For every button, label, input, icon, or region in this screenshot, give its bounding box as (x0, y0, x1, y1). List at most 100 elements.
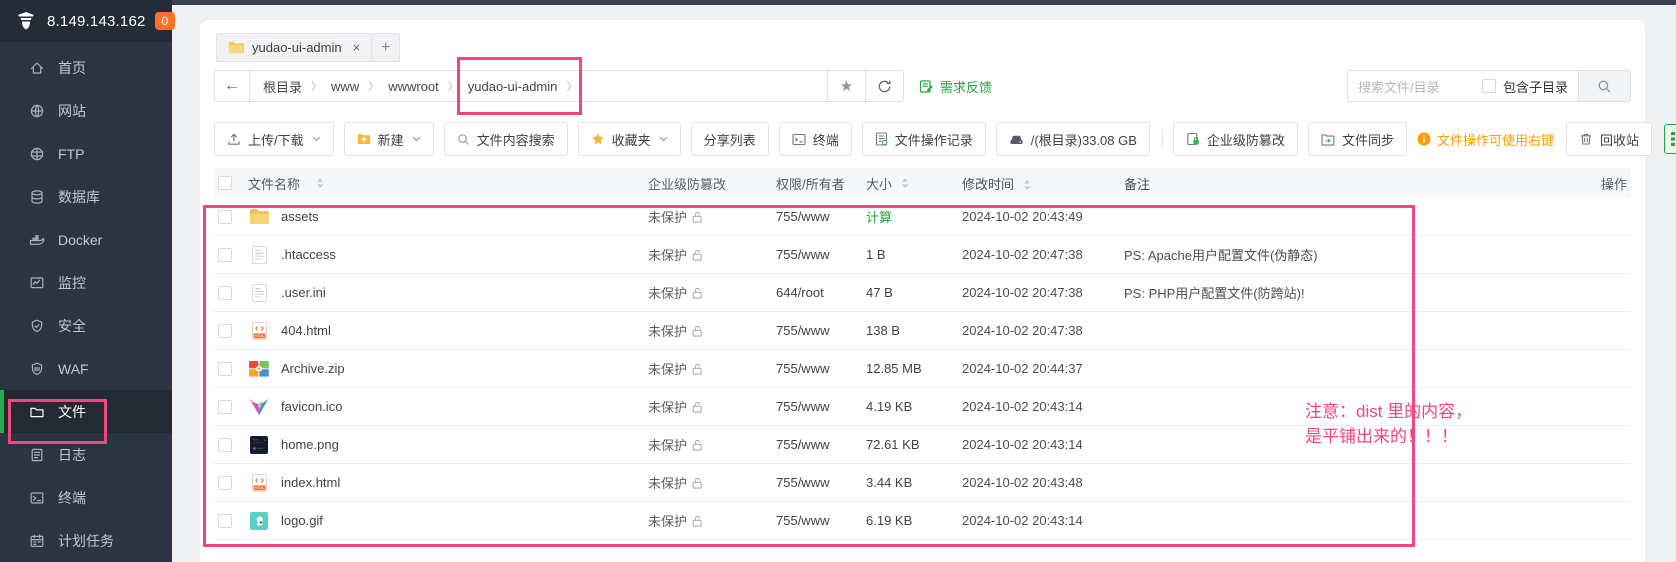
row-checkbox[interactable] (218, 248, 232, 262)
toolbar-button-文件同步[interactable]: 文件同步 (1308, 122, 1407, 156)
row-checkbox[interactable] (218, 476, 232, 490)
sidebar-item-首页[interactable]: 首页 (0, 46, 172, 89)
feedback-link[interactable]: 需求反馈 (919, 77, 992, 96)
sidebar-item-日志[interactable]: 日志 (0, 433, 172, 476)
table-row[interactable]: favicon.ico未保护755/www4.19 KB2024-10-02 2… (214, 388, 1631, 426)
back-button[interactable]: ← (214, 70, 250, 102)
file-name[interactable]: home.png (281, 437, 339, 452)
server-header[interactable]: 8.149.143.162 0 (0, 0, 172, 42)
sidebar-item-FTP[interactable]: FTP (0, 132, 172, 175)
breadcrumb-item-www[interactable]: www (331, 79, 359, 94)
waf-icon (29, 361, 45, 377)
toolbar-button-文件内容搜索[interactable]: 文件内容搜索 (444, 122, 568, 156)
sidebar-item-网站[interactable]: 网站 (0, 89, 172, 132)
toolbar-button-label: 终端 (813, 130, 839, 149)
recycle-bin-button[interactable]: 回收站 (1566, 122, 1652, 156)
row-checkbox[interactable] (218, 324, 232, 338)
row-checkbox[interactable] (218, 438, 232, 452)
sidebar-item-Docker[interactable]: Docker (0, 218, 172, 261)
breadcrumb-item-wwwroot[interactable]: wwwroot (388, 79, 439, 94)
table-row[interactable]: logo.gif未保护755/www6.19 KB2024-10-02 20:4… (214, 502, 1631, 540)
row-checkbox[interactable] (218, 210, 232, 224)
breadcrumb-separator: 〉 (311, 78, 322, 94)
refresh-button[interactable] (866, 70, 904, 102)
modified-time: 2024-10-02 20:47:38 (962, 247, 1124, 262)
tab-label: yudao-ui-admin (252, 40, 342, 55)
toolbar-button-上传/下载[interactable]: 上传/下载 (214, 122, 334, 156)
toolbar-button-终端[interactable]: 终端 (779, 122, 852, 156)
row-checkbox[interactable] (218, 400, 232, 414)
toolbar-button-企业级防篡改[interactable]: 企业级防篡改 (1173, 122, 1298, 156)
toolbar-button-label: 文件内容搜索 (477, 130, 555, 149)
search-button[interactable] (1579, 70, 1631, 102)
sidebar-item-安全[interactable]: 安全 (0, 304, 172, 347)
toolbar-button-label: 企业级防篡改 (1207, 130, 1285, 149)
table-row[interactable]: .htaccess未保护755/www1 B2024-10-02 20:47:3… (214, 236, 1631, 274)
file-name[interactable]: .user.ini (281, 285, 326, 300)
table-row[interactable]: home.png未保护755/www72.61 KB2024-10-02 20:… (214, 426, 1631, 464)
table-row[interactable]: .user.ini未保护644/root47 B2024-10-02 20:47… (214, 274, 1631, 312)
sidebar-item-数据库[interactable]: 数据库 (0, 175, 172, 218)
toolbar-button-文件操作记录[interactable]: 文件操作记录 (862, 122, 986, 156)
include-subdir-checkbox[interactable] (1482, 79, 1496, 93)
sidebar-item-终端[interactable]: 终端 (0, 476, 172, 519)
table-row[interactable]: HTMLindex.html未保护755/www3.44 KB2024-10-0… (214, 464, 1631, 502)
header-mtime[interactable]: 修改时间 (962, 177, 1014, 192)
toolbar-button-收藏夹[interactable]: 收藏夹 (578, 122, 681, 156)
row-checkbox[interactable] (218, 514, 232, 528)
security-icon (29, 318, 45, 334)
breadcrumb-item-根目录[interactable]: 根目录 (263, 77, 302, 96)
toolbar-button-新建[interactable]: 新建 (344, 122, 434, 156)
sidebar-item-监控[interactable]: 监控 (0, 261, 172, 304)
tab-close-icon[interactable]: × (353, 40, 361, 55)
new-tab-button[interactable]: + (372, 33, 400, 62)
table-row[interactable]: Archive.zip未保护755/www12.85 MB2024-10-02 … (214, 350, 1631, 388)
cron-icon (29, 533, 45, 549)
breadcrumb-separator: 〉 (368, 78, 379, 94)
files-icon (29, 404, 45, 420)
header-file-name[interactable]: 文件名称 (248, 174, 300, 193)
breadcrumb-item-yudao-ui-admin[interactable]: yudao-ui-admin (468, 79, 558, 94)
file-name[interactable]: Archive.zip (281, 361, 345, 376)
tamper-status: 未保护 (648, 245, 687, 264)
modified-time: 2024-10-02 20:43:49 (962, 209, 1124, 224)
search-placeholder: 搜索文件/目录 (1358, 77, 1475, 96)
sort-mtime-icon[interactable] (1023, 180, 1031, 190)
sidebar: 8.149.143.162 0 首页网站FTP数据库Docker监控安全WAF文… (0, 0, 172, 562)
file-name[interactable]: assets (281, 209, 319, 224)
file-size: 72.61 KB (866, 437, 920, 452)
website-icon (29, 103, 45, 119)
size-calc-link[interactable]: 计算 (866, 207, 892, 226)
permission-owner: 755/www (776, 437, 866, 452)
file-list: assets 未保护 755/www 计算 2024-10-02 20:43:49 .ht… (214, 198, 1631, 540)
path-row: ← 根目录〉www〉wwwroot〉yudao-ui-admin〉 ★ 需求反馈… (214, 70, 1631, 102)
sort-size-icon[interactable] (901, 178, 909, 188)
file-size: 138 B (866, 323, 900, 338)
sidebar-item-WAF[interactable]: WAF (0, 347, 172, 390)
toolbar-button-分享列表[interactable]: 分享列表 (691, 122, 769, 156)
file-name[interactable]: favicon.ico (281, 399, 342, 414)
file-name[interactable]: .htaccess (281, 247, 336, 262)
toolbar-button-/(根目录)33.08 GB[interactable]: /(根目录)33.08 GB (996, 122, 1150, 156)
file-name[interactable]: 404.html (281, 323, 331, 338)
table-row[interactable]: HTML404.html未保护755/www138 B2024-10-02 20… (214, 312, 1631, 350)
file-name[interactable]: logo.gif (281, 513, 323, 528)
tamper-status: 未保护 (648, 321, 687, 340)
sidebar-item-文件[interactable]: 文件 (0, 390, 172, 433)
unlock-icon (692, 439, 703, 451)
sort-name-icon[interactable] (316, 178, 324, 188)
table-row[interactable]: assets未保护755/www计算2024-10-02 20:43:49 (214, 198, 1631, 236)
file-size: 4.19 KB (866, 399, 912, 414)
row-checkbox[interactable] (218, 362, 232, 376)
header-size[interactable]: 大小 (866, 174, 892, 193)
tab-yudao-ui-admin[interactable]: yudao-ui-admin × (216, 33, 372, 62)
row-checkbox[interactable] (218, 286, 232, 300)
text-file-icon (252, 284, 267, 302)
select-all-checkbox[interactable] (218, 176, 232, 190)
caret-down-icon (659, 136, 668, 142)
file-name[interactable]: index.html (281, 475, 340, 490)
sidebar-item-计划任务[interactable]: 计划任务 (0, 519, 172, 562)
favorite-path-button[interactable]: ★ (828, 70, 866, 102)
list-view-button[interactable] (1664, 124, 1676, 154)
search-input[interactable]: 搜索文件/目录 包含子目录 (1347, 70, 1579, 102)
